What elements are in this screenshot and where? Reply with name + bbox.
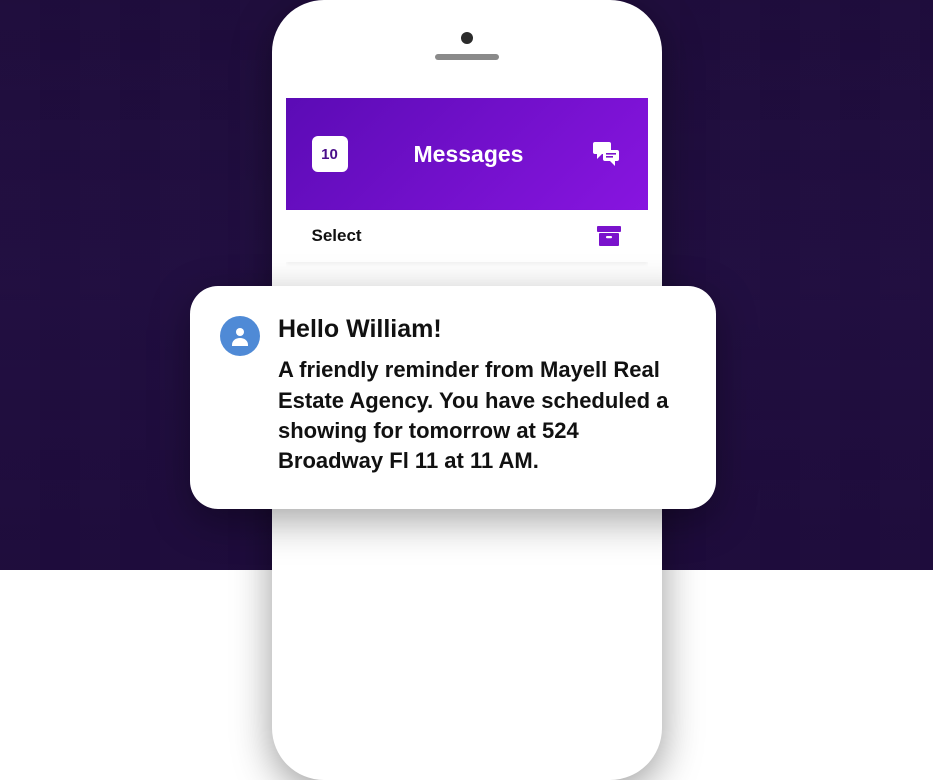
avatar xyxy=(220,316,260,356)
message-text: Hello William! A friendly reminder from … xyxy=(278,314,682,477)
header-title: Messages xyxy=(414,141,524,168)
app-header: 10 Messages xyxy=(286,98,648,210)
phone-speaker-slot xyxy=(435,54,499,60)
phone-camera-dot xyxy=(461,32,473,44)
select-label[interactable]: Select xyxy=(312,226,362,246)
select-row: Select xyxy=(286,210,648,262)
chat-icon[interactable] xyxy=(590,138,622,170)
message-card: Hello William! A friendly reminder from … xyxy=(190,286,716,509)
badge-count: 10 xyxy=(321,146,338,163)
message-body: A friendly reminder from Mayell Real Est… xyxy=(278,355,682,476)
message-greeting: Hello William! xyxy=(278,314,682,345)
date-badge[interactable]: 10 xyxy=(312,136,348,172)
archive-icon[interactable] xyxy=(596,224,622,248)
